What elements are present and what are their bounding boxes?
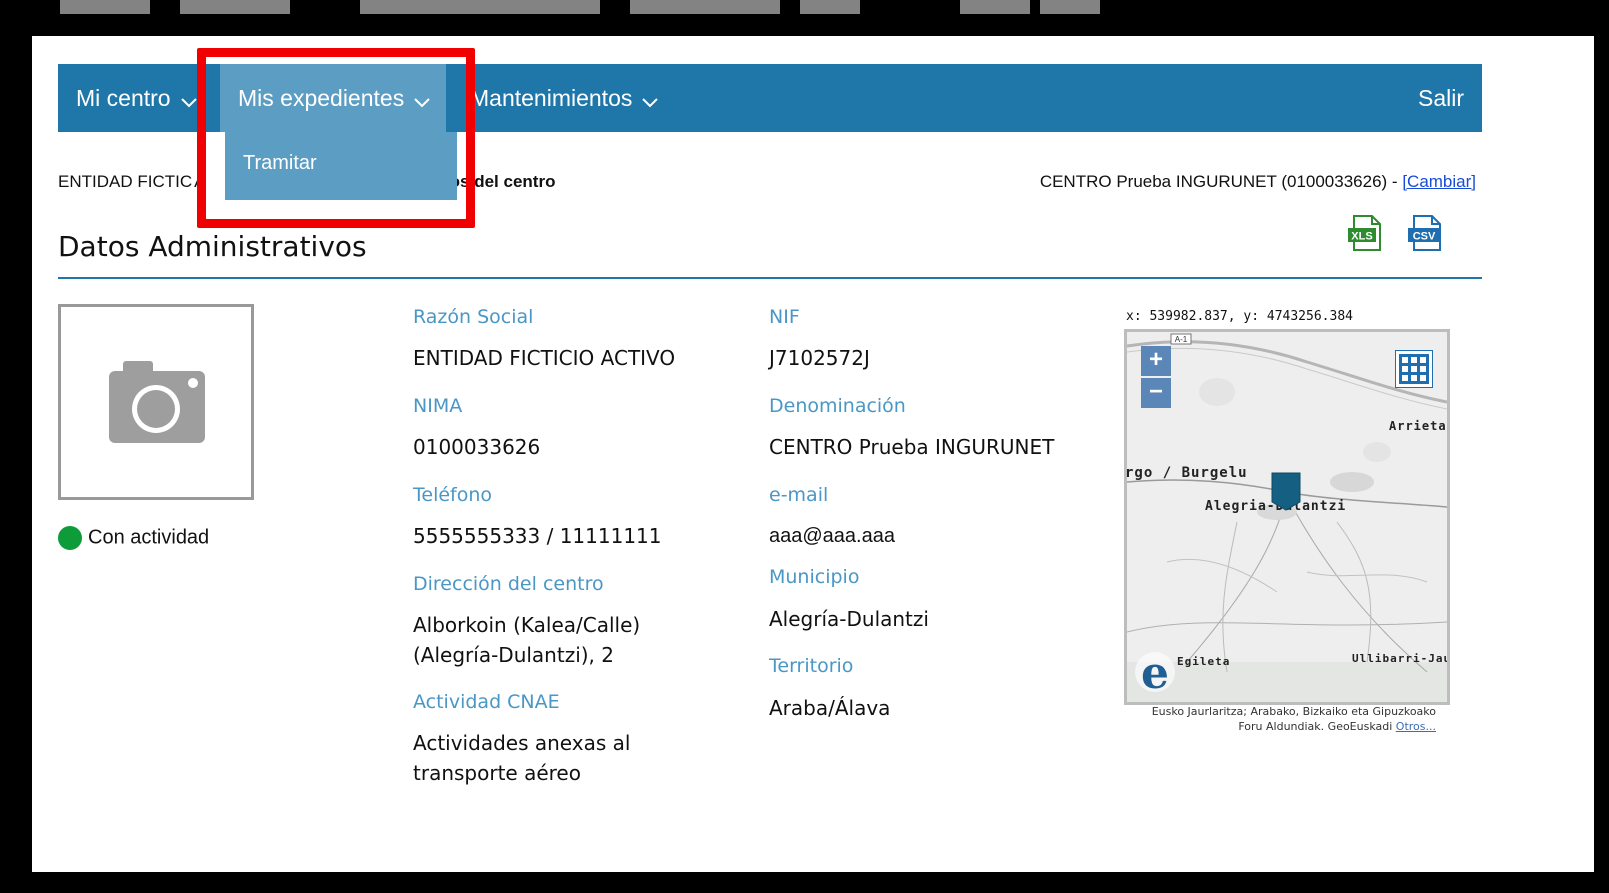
municipio-label: Municipio: [769, 566, 860, 588]
razon-social-label: Razón Social: [413, 306, 534, 328]
status-dot-icon: [58, 526, 82, 550]
telefono-label: Teléfono: [413, 484, 493, 506]
direccion-value-line2: (Alegría-Dulantzi), 2: [413, 643, 614, 667]
map-town-arrieta: Arrieta: [1389, 419, 1447, 433]
email-label: e-mail: [769, 484, 829, 506]
actividad-label: Actividad CNAE: [413, 691, 560, 713]
email-value: aaa@aaa.aaa: [769, 525, 895, 547]
mis-expedientes-dropdown: Tramitar: [225, 132, 457, 200]
location-map[interactable]: A-1 + − Arrieta rgo / Burgelu Alegria-Du…: [1124, 329, 1450, 705]
telefono-value: 5555555333 / 11111111: [413, 524, 662, 548]
xls-icon: XLS: [1348, 215, 1381, 251]
map-town-egileta: Egileta: [1177, 655, 1231, 668]
activity-status: Con actividad: [58, 526, 209, 550]
direccion-value-line1: Alborkoin (Kalea/Calle): [413, 613, 641, 637]
breadcrumb: ENTIDAD FICTIC A: [58, 172, 205, 192]
main-nav: Mi centro Mis expedientes Mantenimientos…: [58, 64, 1482, 132]
camera-icon: [109, 361, 205, 443]
csv-icon: CSV: [1408, 215, 1441, 251]
change-centre-link[interactable]: [Cambiar]: [1402, 172, 1476, 191]
map-town-ullibarri: Ullibarri-Jaur: [1352, 652, 1450, 665]
xls-icon-label: XLS: [1351, 231, 1372, 243]
map-zoom-out-button[interactable]: −: [1141, 378, 1171, 408]
chevron-down-icon: [414, 66, 430, 134]
svg-text:e: e: [1141, 650, 1169, 694]
background-fragment: [800, 0, 860, 14]
euskadi-logo-icon: e: [1133, 648, 1177, 699]
nav-mantenimientos[interactable]: Mantenimientos: [470, 64, 659, 134]
denominacion-value: CENTRO Prueba INGURUNET: [769, 435, 1055, 459]
map-attribution: Eusko Jaurlaritza; Arabako, Bizkaiko eta…: [1126, 704, 1436, 734]
background-fragment: [180, 0, 290, 14]
territorio-label: Territorio: [769, 655, 854, 677]
location-marker-icon[interactable]: [1271, 472, 1301, 517]
nav-mi-centro[interactable]: Mi centro: [76, 64, 197, 132]
nav-mi-centro-label: Mi centro: [76, 85, 171, 111]
map-town-burgelu: rgo / Burgelu: [1125, 465, 1248, 481]
nif-label: NIF: [769, 306, 800, 328]
actividad-value-line2: transporte aéreo: [413, 761, 581, 785]
denominacion-label: Denominación: [769, 395, 906, 417]
background-fragment: [1040, 0, 1100, 14]
dropdown-item-tramitar[interactable]: Tramitar: [243, 152, 317, 175]
map-coordinates: x: 539982.837, y: 4743256.384: [1126, 309, 1353, 324]
nima-label: NIMA: [413, 395, 463, 417]
breadcrumb-current-label: tos del centro: [444, 172, 556, 191]
background-fragment: [630, 0, 780, 14]
export-csv-button[interactable]: CSV: [1406, 214, 1444, 252]
breadcrumb-entity[interactable]: ENTIDAD FICTIC: [58, 172, 192, 191]
chevron-down-icon: [180, 66, 197, 134]
map-attribution-line2: Foru Aldundiak. GeoEuskadi: [1238, 720, 1393, 733]
nima-value: 0100033626: [413, 435, 541, 459]
chevron-down-icon: [642, 66, 659, 134]
nav-mis-expedientes-label: Mis expedientes: [238, 85, 405, 111]
map-road-label: A-1: [1175, 335, 1188, 344]
breadcrumb-current: tos del centro: [444, 172, 555, 192]
centre-info: CENTRO Prueba INGURUNET (0100033626) - […: [1040, 172, 1476, 192]
background-fragment: [960, 0, 1030, 14]
page-title: Datos Administrativos: [58, 230, 367, 263]
background-fragment: [360, 0, 600, 14]
territorio-value: Araba/Álava: [769, 696, 891, 720]
centre-photo-placeholder[interactable]: [58, 304, 254, 500]
export-xls-button[interactable]: XLS: [1346, 214, 1384, 252]
breadcrumb-entity-tail: A: [194, 172, 206, 191]
title-divider: [58, 277, 1482, 279]
nif-value: J7102572J: [769, 346, 870, 370]
app-screen: Mi centro Mis expedientes Mantenimientos…: [32, 36, 1594, 872]
nav-mis-expedientes[interactable]: Mis expedientes: [220, 64, 446, 132]
status-label: Con actividad: [88, 526, 210, 549]
map-attribution-line1: Eusko Jaurlaritza; Arabako, Bizkaiko eta…: [1151, 705, 1436, 718]
grid-layers-icon[interactable]: [1395, 350, 1433, 388]
map-zoom-in-button[interactable]: +: [1141, 346, 1171, 376]
background-fragment: [60, 0, 150, 14]
direccion-label: Dirección del centro: [413, 573, 604, 595]
csv-icon-label: CSV: [1413, 231, 1436, 243]
centre-info-text: CENTRO Prueba INGURUNET (0100033626) -: [1039, 172, 1398, 191]
map-attribution-more-link[interactable]: Otros...: [1396, 720, 1436, 733]
actividad-value-line1: Actividades anexas al: [413, 731, 631, 755]
razon-social-value: ENTIDAD FICTICIO ACTIVO: [413, 346, 676, 370]
logout-link[interactable]: Salir: [1418, 64, 1464, 132]
nav-mantenimientos-label: Mantenimientos: [470, 85, 633, 111]
municipio-value: Alegría-Dulantzi: [769, 607, 929, 631]
